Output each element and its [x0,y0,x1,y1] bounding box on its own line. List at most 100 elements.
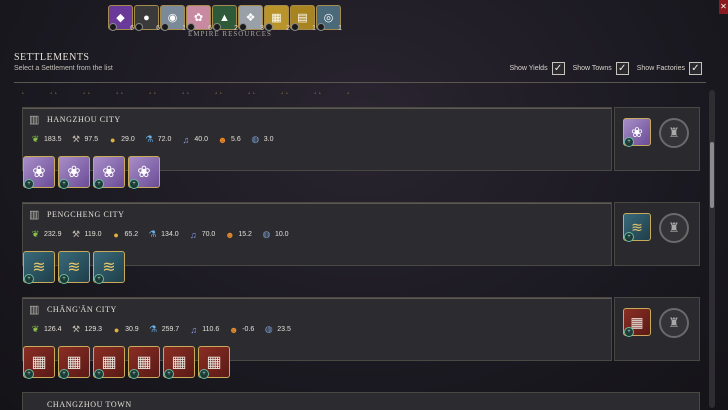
cotton-resource-icon[interactable]: ❀ + [623,118,651,147]
fish-resource-icon[interactable]: ≋ + [93,251,125,284]
culture-icon: ♫ [190,324,198,335]
fish-resource-icon[interactable]: ≋ + [58,251,90,284]
spice-resource-icon[interactable]: ▦ + [58,346,90,379]
resource-glyph: ▦ [171,354,187,371]
spice-resource-icon[interactable]: ▦ + [23,346,55,379]
settlement-info[interactable]: ▥ CHĀNG'ĀN CITY ❦ 126.4 ⚒ 129.3 ● 30.9 ⚗… [22,297,612,379]
resource-badge-icon [161,23,169,31]
yield-happiness: ☻ 15.2 [224,229,252,240]
resource-glyph: ▦ [206,354,222,371]
yield-science-value: 72.0 [157,136,172,143]
settlement-info[interactable]: ▥ PENGCHENG CITY ❦ 232.9 ⚒ 119.0 ● 65.2 … [22,202,612,284]
settlement-card-partial[interactable]: CHANGZHOU TOWN [22,392,700,410]
show-yields-toggle[interactable]: Show Yields ✓ [509,62,565,75]
spice-resource-icon[interactable]: ▦ + [623,308,651,337]
yield-influence-value: 23.5 [277,326,291,333]
scrollbar-track[interactable] [709,90,715,408]
resource-badge-icon [291,23,299,31]
yield-production: ⚒ 97.5 [71,134,99,145]
yield-gold-value: 29.0 [121,136,135,143]
spice-resource-icon[interactable]: ▦ + [163,346,195,379]
show-factories-checkbox[interactable]: ✓ [689,62,702,75]
city-icon: ▥ [29,114,40,126]
cotton-resource-icon[interactable]: ❀ + [128,156,160,189]
factory-icon[interactable]: ♜ [659,308,689,338]
gold-bar-resource-icon[interactable]: ▤ 1 [290,5,316,32]
white-resource-icon[interactable]: ❖ 3 [238,5,264,32]
silver-resource-icon[interactable]: ◉ 1 [160,5,186,32]
blue-resource-icon[interactable]: ◎ 1 [316,5,342,32]
gold-icon: ● [113,229,119,240]
yield-culture-value: 70.0 [201,231,216,238]
show-towns-checkbox[interactable]: ✓ [615,62,629,75]
resource-glyph: ❀ [137,164,151,181]
spice-resource-icon[interactable]: ▦ + [93,346,125,379]
happiness-icon: ☻ [217,134,228,145]
happiness-icon: ☻ [225,229,235,240]
resource-glyph: ❀ [67,164,81,181]
show-towns-toggle[interactable]: Show Towns ✓ [573,62,629,75]
assign-badge-icon: + [624,327,634,337]
resource-glyph: ◉ [167,12,178,24]
factory-icon[interactable]: ♜ [659,118,689,148]
cotton-resource-icon[interactable]: ❀ + [93,156,125,189]
yield-culture: ♫ 40.0 [180,134,209,145]
spice-resource-icon[interactable]: ▦ + [128,346,160,379]
dark-resource-icon[interactable]: ● 6 [134,5,160,32]
green-resource-icon[interactable]: ▲ 2 [212,5,238,32]
pink-resource-icon[interactable]: ✿ 6 [186,5,212,32]
gold-icon: ● [109,134,116,145]
settlement-card[interactable]: ▥ HANGZHOU CITY ❦ 183.5 ⚒ 97.5 ● 29.0 ⚗ … [22,107,700,191]
resource-glyph: ▦ [31,354,47,371]
yield-influence-value: 10.0 [274,231,289,238]
yield-happiness: ☻ 5.6 [217,134,241,145]
close-icon[interactable]: ✕ [719,0,728,14]
purple-resource-icon[interactable]: ◆ 6 [108,5,134,32]
science-icon: ⚗ [148,229,157,239]
factory-resource-slot[interactable]: ▦ + [623,308,651,337]
yield-science: ⚗ 72.0 [144,134,172,145]
settlement-card[interactable]: ▥ PENGCHENG CITY ❦ 232.9 ⚒ 119.0 ● 65.2 … [22,202,700,286]
gold-resource-icon[interactable]: ▦ 2 [264,5,290,32]
factory-icon[interactable]: ♜ [659,213,689,243]
resource-glyph: ▦ [66,354,82,371]
resource-bar-title: EMPIRE RESOURCES [188,30,272,38]
influence-icon: ◍ [264,324,273,334]
yield-science-value: 134.0 [161,231,179,238]
yield-culture: ♫ 110.6 [188,324,219,335]
yield-production-value: 119.0 [84,231,102,238]
happiness-icon: ☻ [228,324,239,335]
resource-glyph: ▦ [136,354,152,371]
city-icon: ▥ [29,304,40,316]
factory-resource-slot[interactable]: ≋ + [623,213,651,242]
show-factories-toggle[interactable]: Show Factories ✓ [637,62,702,75]
show-yields-checkbox[interactable]: ✓ [551,62,565,75]
assigned-resources: ▦ + ▦ + ▦ + ▦ + ▦ + ▦ + [23,346,230,379]
spice-resource-icon[interactable]: ▦ + [198,346,230,379]
fish-resource-icon[interactable]: ≋ + [623,213,651,242]
resource-glyph: ❀ [102,164,116,181]
resource-glyph: ❖ [245,12,256,24]
science-icon: ⚗ [149,324,158,334]
food-icon: ❦ [31,229,40,239]
assign-badge-icon: + [94,179,104,189]
assign-badge-icon: + [24,274,34,284]
resource-badge-icon [109,23,117,31]
settlement-info[interactable]: ▥ HANGZHOU CITY ❦ 183.5 ⚒ 97.5 ● 29.0 ⚗ … [22,107,612,189]
resource-glyph: ▦ [101,354,117,371]
resource-glyph: ≋ [102,259,116,276]
resource-badge-icon [135,23,143,31]
yield-food-value: 232.9 [44,231,62,238]
display-toggles: Show Yields ✓ Show Towns ✓ Show Factorie… [509,62,702,75]
cotton-resource-icon[interactable]: ❀ + [58,156,90,189]
resource-glyph: ▤ [297,12,308,24]
factory-resource-slot[interactable]: ❀ + [623,118,651,147]
assigned-resources: ≋ + ≋ + ≋ + [23,251,125,284]
culture-icon: ♫ [189,229,197,240]
settlement-card[interactable]: ▥ CHĀNG'ĀN CITY ❦ 126.4 ⚒ 129.3 ● 30.9 ⚗… [22,297,700,381]
cotton-resource-icon[interactable]: ❀ + [23,156,55,189]
yield-production-value: 97.5 [84,136,99,143]
resource-glyph: ≋ [32,259,46,276]
scrollbar-thumb[interactable] [710,142,714,208]
fish-resource-icon[interactable]: ≋ + [23,251,55,284]
